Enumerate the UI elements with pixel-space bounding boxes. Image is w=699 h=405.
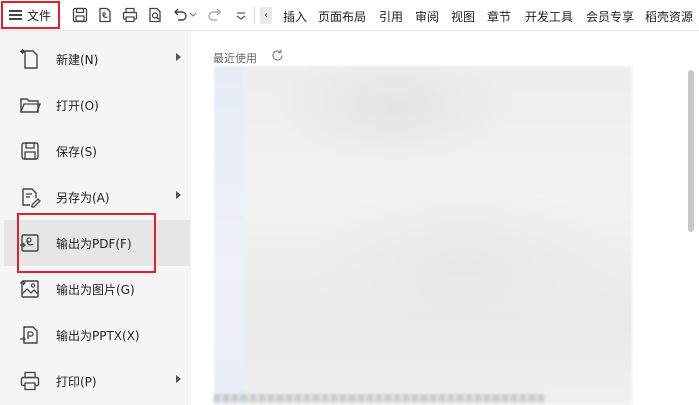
menu-item-open[interactable]: 打开(O) xyxy=(4,82,190,128)
menu-item-export-pdf[interactable]: 输出为PDF(F) xyxy=(4,220,190,266)
customize-toolbar-icon[interactable] xyxy=(232,6,250,24)
menu-label-new: 新建(N) xyxy=(56,53,99,67)
new-doc-icon xyxy=(18,47,42,71)
recent-files-title: 最近使用 xyxy=(213,52,257,65)
menu-label-print: 打印(P) xyxy=(56,375,97,389)
blurred-file-entry xyxy=(214,394,544,402)
print-preview-icon[interactable] xyxy=(146,6,164,24)
recent-files-list xyxy=(214,66,632,405)
tab-chapter[interactable]: 章节 xyxy=(487,8,511,25)
menu-item-export-image[interactable]: 输出为图片(G) xyxy=(4,266,190,312)
printer-icon xyxy=(18,369,42,393)
pptx-export-icon xyxy=(18,323,42,347)
menu-item-export-pptx[interactable]: 输出为PPTX(X) xyxy=(4,312,190,358)
toolbar-separator xyxy=(254,7,255,24)
tab-references[interactable]: 引用 xyxy=(379,8,403,25)
submenu-arrow-icon xyxy=(176,375,181,383)
recent-files-scrollbar[interactable] xyxy=(688,70,694,232)
undo-icon[interactable] xyxy=(171,6,189,24)
submenu-arrow-icon xyxy=(176,191,181,199)
tab-member[interactable]: 会员专享 xyxy=(586,8,634,25)
tab-view[interactable]: 视图 xyxy=(451,8,475,25)
image-export-icon xyxy=(18,277,42,301)
tab-developer[interactable]: 开发工具 xyxy=(525,8,573,25)
tab-docer-resources[interactable]: 稻壳资源 xyxy=(645,8,693,25)
ribbon-scroll-left-button[interactable]: ‹ xyxy=(260,7,272,24)
save-as-icon xyxy=(18,185,42,209)
menu-item-save-as[interactable]: 另存为(A) xyxy=(4,174,190,220)
save-icon[interactable] xyxy=(71,6,89,24)
redo-icon[interactable] xyxy=(206,6,224,24)
hamburger-icon xyxy=(9,10,22,20)
pdf-export-icon xyxy=(18,231,42,255)
menu-item-print[interactable]: 打印(P) xyxy=(4,358,190,404)
menu-label-save-as: 另存为(A) xyxy=(56,191,110,205)
tab-review[interactable]: 审阅 xyxy=(415,8,439,25)
menu-item-new[interactable]: 新建(N) xyxy=(4,36,190,82)
submenu-arrow-icon xyxy=(176,53,181,61)
file-menu-panel: 新建(N) 打开(O) 保存(S) 另存为(A) 输出为PDF(F) 输出为图片… xyxy=(0,31,191,405)
menu-label-save: 保存(S) xyxy=(56,145,97,159)
tab-page-layout[interactable]: 页面布局 xyxy=(318,8,366,25)
refresh-icon[interactable] xyxy=(270,48,285,63)
top-toolbar: 文件 ‹ 插入 页面布局 引用 审阅 视图 章节 开发工具 会员专享 稻壳资源 xyxy=(0,0,699,31)
tab-insert[interactable]: 插入 xyxy=(283,8,307,25)
menu-label-export-pdf: 输出为PDF(F) xyxy=(56,237,132,251)
recent-files-list-edge xyxy=(214,66,244,405)
print-icon[interactable] xyxy=(121,6,139,24)
menu-label-open: 打开(O) xyxy=(56,99,99,113)
menu-label-export-image: 输出为图片(G) xyxy=(56,283,135,297)
folder-open-icon xyxy=(18,93,42,117)
file-menu-label: 文件 xyxy=(27,8,52,23)
file-menu-button[interactable]: 文件 xyxy=(1,1,60,29)
pdf-export-icon[interactable] xyxy=(96,6,114,24)
menu-label-export-pptx: 输出为PPTX(X) xyxy=(56,329,140,343)
save-icon xyxy=(18,139,42,163)
undo-dropdown-icon[interactable] xyxy=(189,9,197,27)
menu-item-save[interactable]: 保存(S) xyxy=(4,128,190,174)
